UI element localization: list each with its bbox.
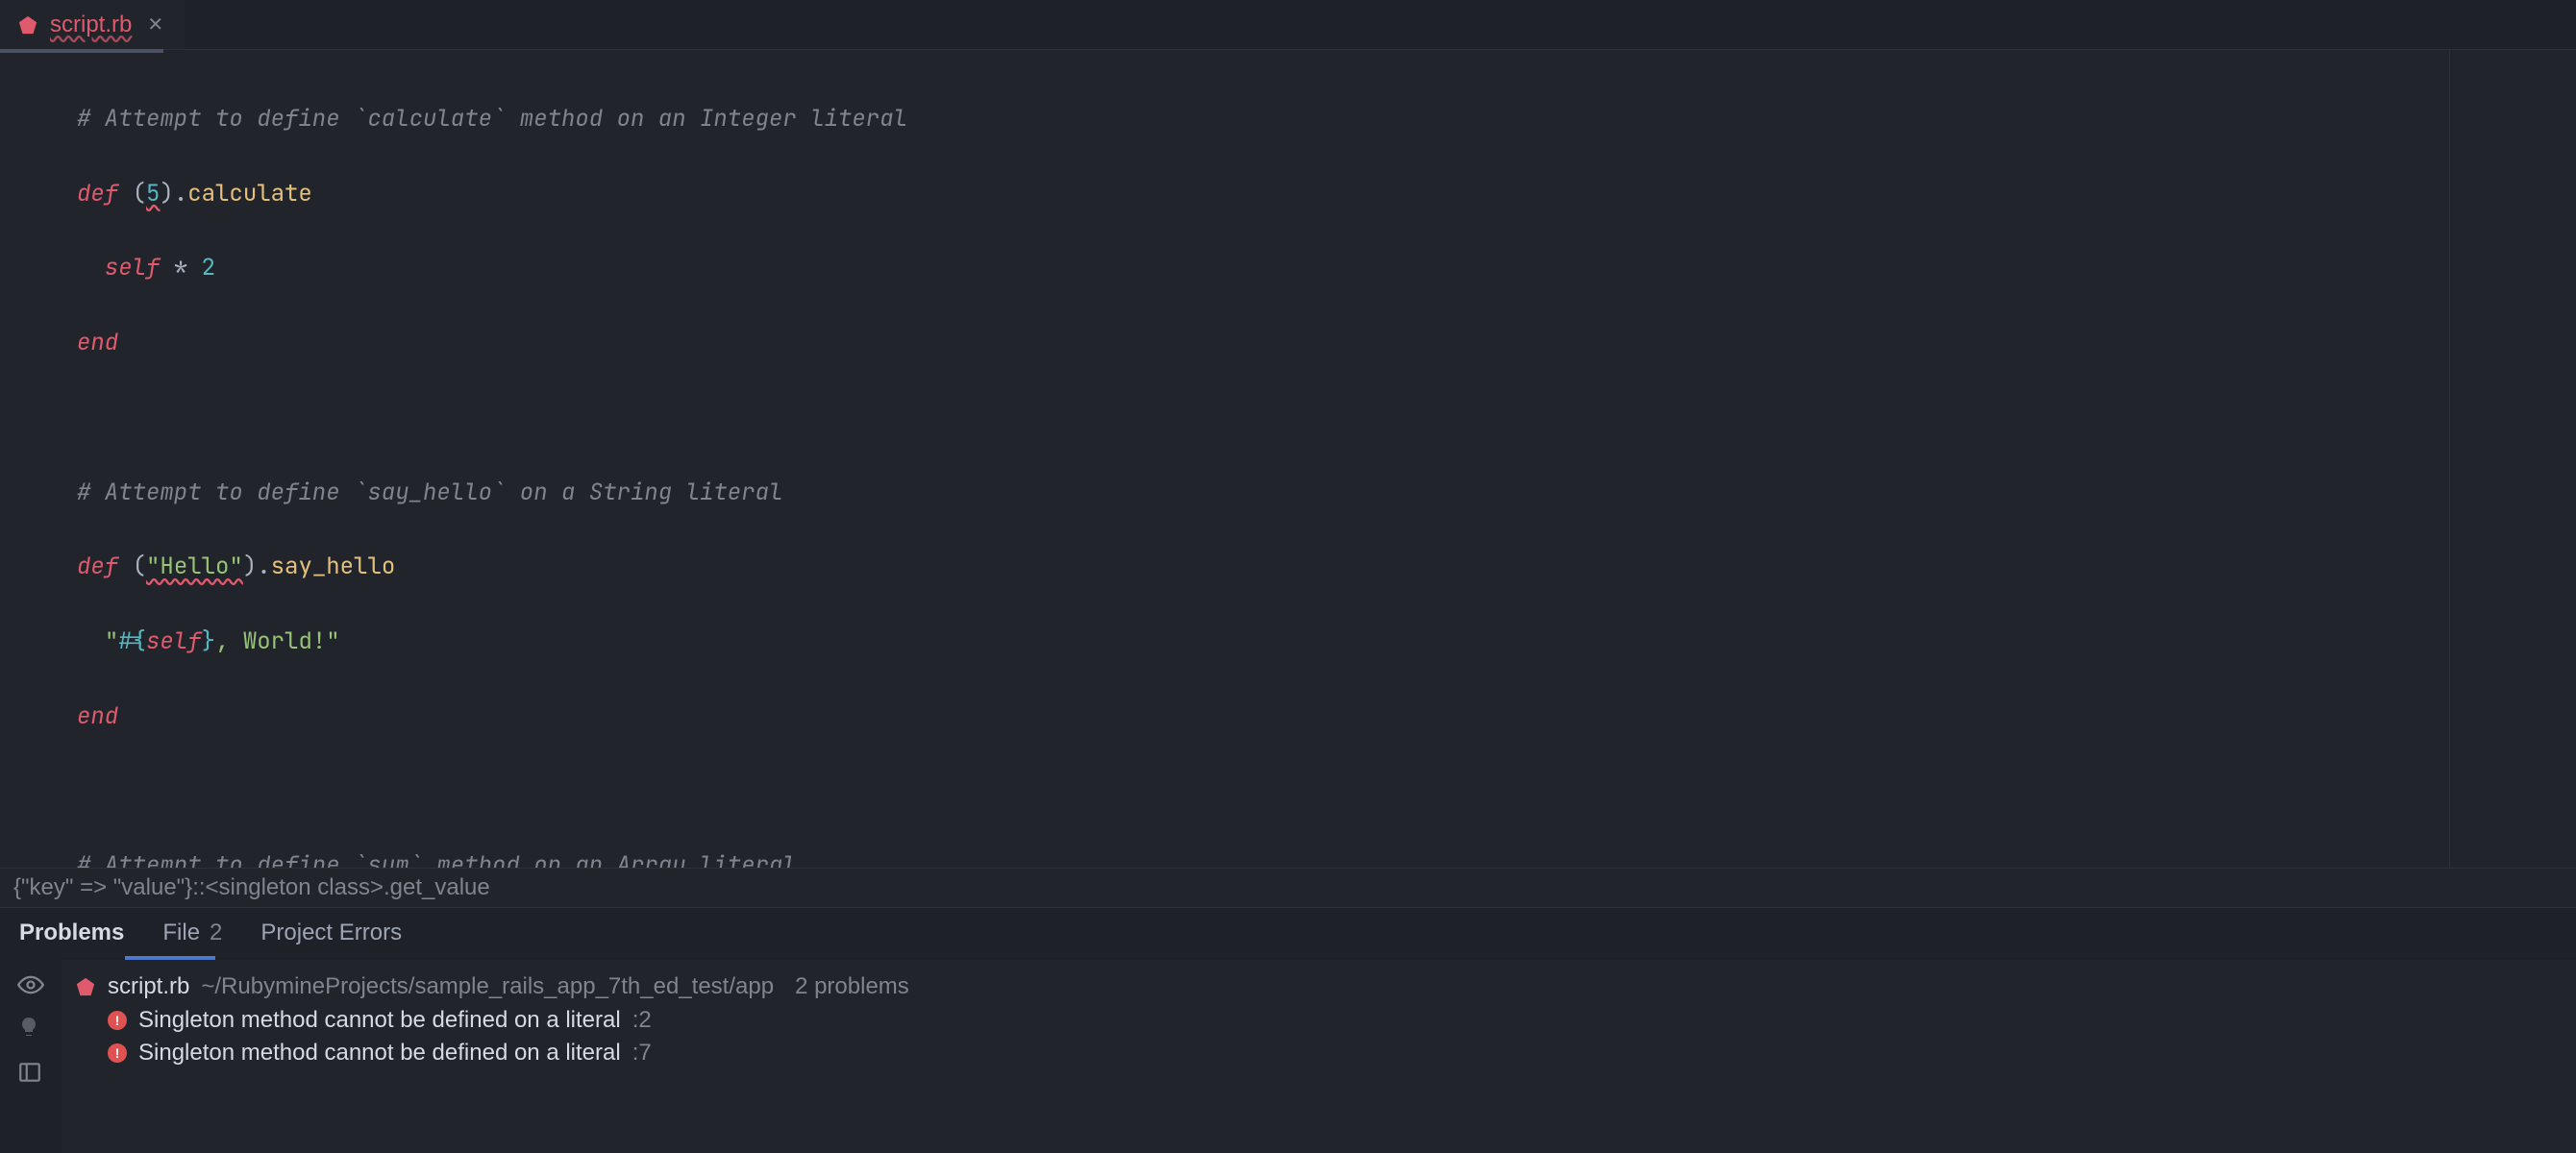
code-comment: # Attempt to define `sum` method on an A… <box>77 850 797 868</box>
code-comment: # Attempt to define `calculate` method o… <box>77 104 907 134</box>
problems-panel: Problems File 2 Project Errors <box>0 907 2576 1153</box>
code-comment: # Attempt to define `say_hello` on a Str… <box>77 478 782 507</box>
problem-item[interactable]: ! Singleton method cannot be defined on … <box>75 1037 2563 1069</box>
editor[interactable]: # Attempt to define `calculate` method o… <box>0 50 2576 868</box>
editor-tab-bar: script.rb ✕ <box>0 0 2576 50</box>
editor-right-strip <box>2449 50 2576 868</box>
panel-sidebar <box>0 960 62 1153</box>
panel-tab-indicator <box>125 956 215 960</box>
tab-problems[interactable]: Problems <box>19 920 124 960</box>
panel-body: script.rb ~/RubymineProjects/sample_rail… <box>0 960 2576 1153</box>
editor-gutter <box>0 50 75 868</box>
problem-item[interactable]: ! Singleton method cannot be defined on … <box>75 1004 2563 1037</box>
error-icon: ! <box>108 1011 127 1030</box>
layout-icon[interactable] <box>17 1060 44 1087</box>
problems-file-count: 2 problems <box>795 973 909 1000</box>
tab-title: script.rb <box>50 12 132 38</box>
breadcrumb[interactable]: {"key" => "value"}::<singleton class>.ge… <box>0 868 2576 907</box>
close-icon[interactable]: ✕ <box>143 9 167 40</box>
problems-file-path: ~/RubymineProjects/sample_rails_app_7th_… <box>201 973 774 1000</box>
problems-file-row[interactable]: script.rb ~/RubymineProjects/sample_rail… <box>75 969 2563 1004</box>
error-icon: ! <box>108 1043 127 1063</box>
tab-project-errors[interactable]: Project Errors <box>260 920 402 960</box>
ruby-icon <box>75 976 96 997</box>
problems-file-name: script.rb <box>108 973 189 1000</box>
code-area[interactable]: # Attempt to define `calculate` method o… <box>75 50 2449 868</box>
tab-file[interactable]: File 2 <box>162 920 222 960</box>
editor-tab[interactable]: script.rb ✕ <box>0 0 185 49</box>
panel-content: script.rb ~/RubymineProjects/sample_rail… <box>62 960 2576 1153</box>
panel-tab-bar: Problems File 2 Project Errors <box>0 908 2576 960</box>
eye-icon[interactable] <box>17 971 44 998</box>
ruby-icon <box>17 14 38 36</box>
lightbulb-icon[interactable] <box>17 1016 44 1043</box>
